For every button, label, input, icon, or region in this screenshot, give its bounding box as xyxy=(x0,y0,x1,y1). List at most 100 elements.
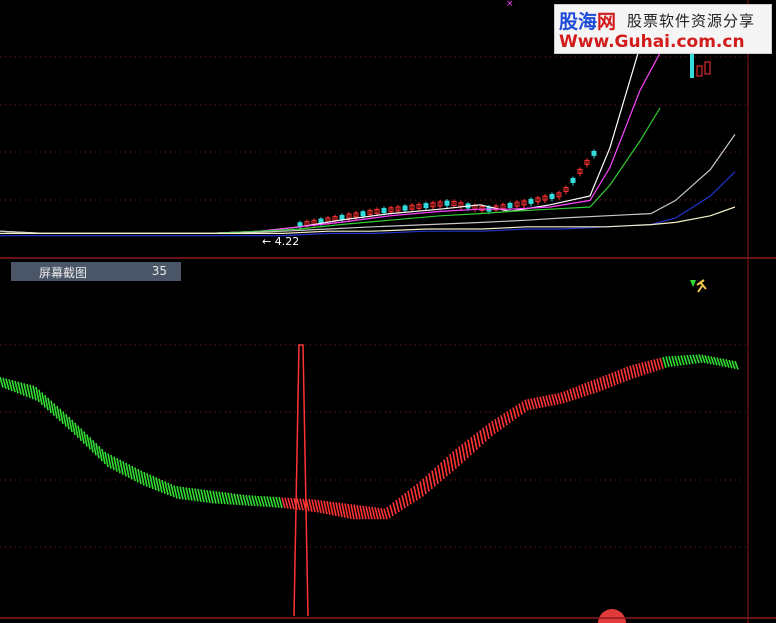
oscillator-bar xyxy=(41,392,46,408)
oscillator-bar xyxy=(686,354,691,365)
oscillator-bar xyxy=(665,356,670,368)
oscillator-bar xyxy=(641,362,646,375)
oscillator-bar xyxy=(503,413,508,426)
price-panel-grid xyxy=(0,56,748,201)
down-arrow-icon xyxy=(690,280,696,287)
oscillator-bar xyxy=(614,371,619,385)
oscillator-bar xyxy=(653,359,658,371)
candle-body xyxy=(444,200,450,206)
oscillator-bar xyxy=(518,403,523,415)
oscillator-bar xyxy=(467,439,472,456)
oscillator-bar xyxy=(482,427,487,442)
oscillator-bar xyxy=(521,401,526,413)
oscillator-bar xyxy=(95,443,100,459)
oscillator-bar xyxy=(434,467,439,485)
oscillator-bar xyxy=(65,414,70,430)
oscillator-bar xyxy=(362,505,367,520)
oscillator-bar xyxy=(575,386,580,399)
oscillator-bar xyxy=(389,504,394,517)
oscillator-bar xyxy=(473,434,478,450)
oscillator-bar xyxy=(497,417,502,430)
oscillator-bar xyxy=(506,411,511,424)
ma-line-green xyxy=(0,107,661,234)
oscillator-bar xyxy=(635,363,640,377)
candle-body xyxy=(360,211,366,217)
oscillator-bar xyxy=(692,354,697,364)
indicator-markers: × xyxy=(506,0,707,623)
oscillator-bar xyxy=(500,415,505,428)
chart-canvas: × xyxy=(0,0,776,623)
oscillator-bar xyxy=(245,494,250,506)
oscillator-bar xyxy=(413,485,418,501)
oscillator-bar xyxy=(257,495,262,507)
oscillator-bar xyxy=(554,393,559,405)
oscillator-bar xyxy=(464,441,469,459)
oscillator-bar xyxy=(98,445,103,462)
oscillator-bar xyxy=(407,490,412,505)
oscillator-bar xyxy=(455,448,460,467)
oscillator-bar xyxy=(356,504,361,520)
oscillator-bar xyxy=(248,495,253,507)
oscillator-bar xyxy=(395,499,400,513)
oscillator-bar xyxy=(584,382,589,396)
oscillator-bar xyxy=(563,391,568,403)
candle-body xyxy=(423,203,429,209)
indicator-label-value: 35 xyxy=(151,264,167,278)
oscillator-bar xyxy=(491,420,496,434)
oscillator-bar xyxy=(386,506,391,519)
indicator-label: 屏幕截图 35 xyxy=(11,262,181,281)
oscillator-bar xyxy=(677,355,682,366)
oscillator-bar xyxy=(533,397,538,409)
oscillator-bar xyxy=(683,355,688,365)
candle-body xyxy=(549,193,555,199)
ma-line-magenta xyxy=(0,52,661,234)
watermark-url: Www.Guhai.com.cn xyxy=(559,32,745,52)
oscillator-bar xyxy=(422,478,427,495)
oscillator-bar xyxy=(569,388,574,401)
oscillator-bar xyxy=(623,367,628,381)
oscillator-bar xyxy=(353,504,358,520)
oscillator-bar xyxy=(80,428,85,444)
oscillator-bar xyxy=(86,434,91,450)
oscillator-bar xyxy=(278,497,283,509)
oscillator-bar xyxy=(590,380,595,394)
oscillator-bar xyxy=(476,432,481,448)
oscillator-bar xyxy=(47,397,52,414)
watermark-brand: 股海网 xyxy=(559,7,616,34)
watermark-tagline: 股票软件资源分享 xyxy=(627,12,756,30)
oscillator-bar xyxy=(56,405,61,422)
oscillator-bar xyxy=(689,354,694,365)
watermark-logo: 股海网 股票软件资源分享 Www.Guhai.com.cn xyxy=(554,4,772,54)
oscillator-bar xyxy=(593,379,598,393)
oscillator-bar xyxy=(626,366,631,380)
oscillator-bar xyxy=(548,394,553,406)
oscillator-bar xyxy=(527,398,532,410)
candle-body xyxy=(704,61,711,75)
oscillator-bar xyxy=(74,422,79,438)
oscillator-bar xyxy=(260,495,265,507)
candle-body xyxy=(570,177,576,183)
candle-body xyxy=(591,150,597,156)
oscillator-bar xyxy=(416,483,421,499)
oscillator-bar xyxy=(644,361,649,374)
indicator-label-title: 屏幕截图 xyxy=(39,266,88,280)
candle-body xyxy=(690,54,694,78)
oscillator-bar xyxy=(668,356,673,367)
candle-body xyxy=(696,65,703,77)
oscillator-bar xyxy=(443,459,448,477)
watermark-brand-a: 股海 xyxy=(559,11,598,33)
oscillator-bar xyxy=(515,405,520,417)
oscillator-bar xyxy=(101,448,106,465)
oscillator-bar xyxy=(608,373,613,387)
oscillator-bar xyxy=(263,496,268,508)
candle-body xyxy=(528,198,534,204)
oscillator-bar xyxy=(44,395,49,411)
price-panel-candles xyxy=(297,54,711,230)
oscillator-bar xyxy=(410,488,415,503)
oscillator-bar xyxy=(452,451,457,469)
oscillator-bar xyxy=(71,419,76,436)
oscillator-bar xyxy=(596,378,601,392)
oscillator-bar xyxy=(251,495,256,507)
oscillator-bar xyxy=(638,363,643,376)
oscillator-bar xyxy=(680,355,685,366)
